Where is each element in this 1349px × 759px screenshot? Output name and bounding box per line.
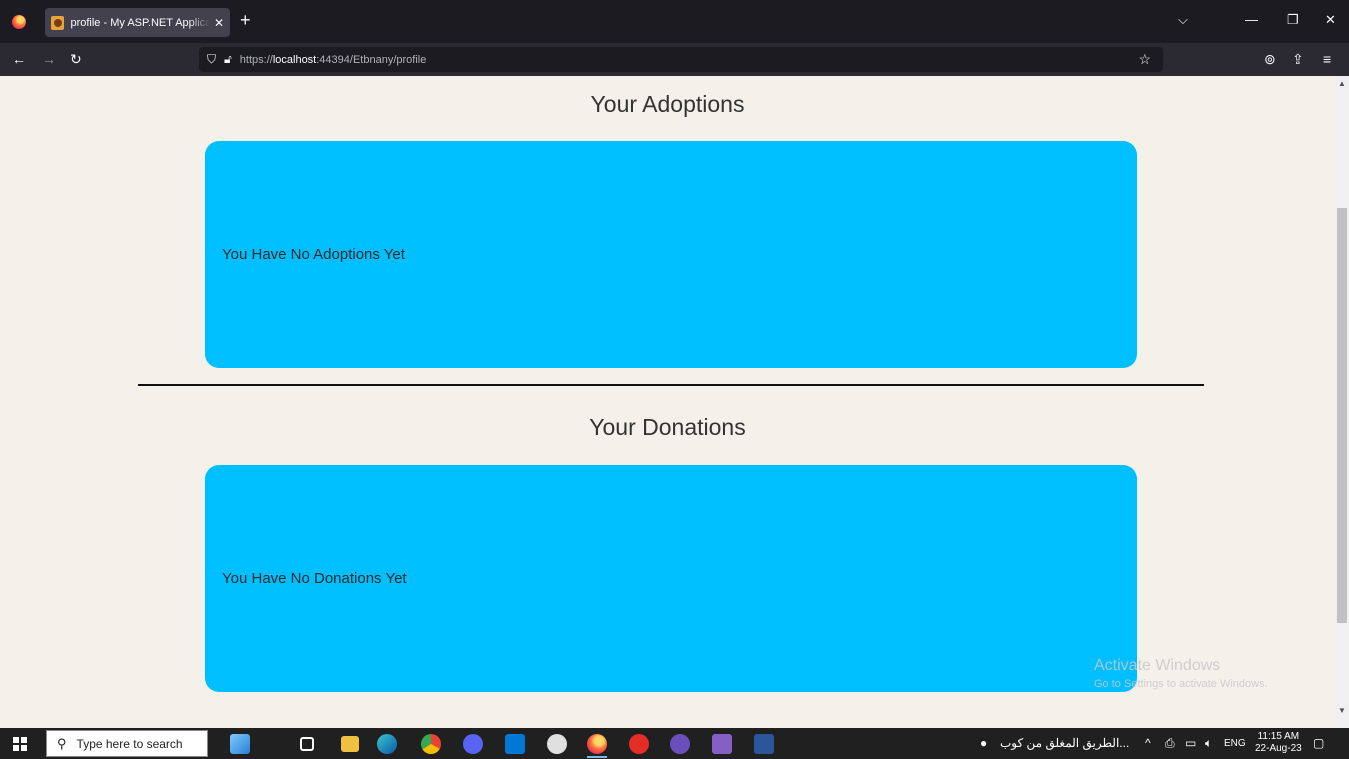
page-viewport: Your Adoptions You Have No Adoptions Yet… xyxy=(0,76,1335,709)
news-ticker[interactable]: الطريق المغلق من كوب... xyxy=(1000,736,1135,750)
firefox-taskbar-icon[interactable] xyxy=(587,734,607,754)
forward-icon[interactable]: → xyxy=(42,51,56,67)
media-player-icon[interactable] xyxy=(629,734,649,754)
url-text[interactable]: https://localhost:44394/Etbnany/profile xyxy=(240,54,427,66)
scroll-up-icon[interactable]: ▲ xyxy=(1338,79,1346,88)
search-placeholder: Type here to search xyxy=(76,736,183,751)
watermark-title: Activate Windows xyxy=(1094,657,1221,674)
network-icon[interactable]: ▭ xyxy=(1185,736,1196,750)
share-icon[interactable]: ⇪ xyxy=(1292,51,1304,67)
pocket-icon[interactable]: ⊚ xyxy=(1264,51,1276,67)
chrome-icon[interactable] xyxy=(421,734,441,754)
site-favicon-icon xyxy=(51,15,65,30)
clock-time: 11:15 AM xyxy=(1257,731,1300,742)
close-window-icon[interactable]: ✕ xyxy=(1325,12,1336,28)
meet-now-icon[interactable]: ⎙ xyxy=(1165,736,1175,751)
notifications-icon[interactable]: ▢ xyxy=(1313,736,1324,750)
browser-tab-bar: profile - My ASP.NET Application ✕ + ⌵ —… xyxy=(0,0,1349,43)
whatsapp-icon[interactable] xyxy=(547,734,567,754)
windows-taskbar: ⚲ Type here to search ● الطريق المغلق من… xyxy=(0,728,1349,759)
back-icon[interactable]: ← xyxy=(12,51,26,67)
tray-chevron-icon[interactable]: ^ xyxy=(1145,736,1151,750)
tab-profile[interactable]: profile - My ASP.NET Application ✕ xyxy=(45,8,230,37)
minimize-icon[interactable]: — xyxy=(1245,12,1258,27)
lock-icon[interactable]: 🔓︎ xyxy=(224,52,232,67)
volume-icon[interactable]: 🔈︎ xyxy=(1205,736,1212,751)
active-app-indicator xyxy=(587,756,607,758)
scroll-down-icon[interactable]: ▼ xyxy=(1338,706,1346,715)
watermark-subtitle: Go to Settings to activate Windows. xyxy=(1094,678,1268,690)
restore-icon[interactable]: ❐ xyxy=(1287,12,1299,28)
language-indicator[interactable]: ENG xyxy=(1224,738,1246,749)
clock-date: 22-Aug-23 xyxy=(1255,743,1302,754)
tab-close-icon[interactable]: ✕ xyxy=(214,16,224,30)
adoptions-heading: Your Adoptions xyxy=(590,91,745,117)
tab-title: profile - My ASP.NET Application xyxy=(70,16,210,29)
donations-empty-text: You Have No Donations Yet xyxy=(222,570,407,587)
windows-start-icon[interactable] xyxy=(13,737,27,751)
activate-windows-watermark: Activate Windows Go to Settings to activ… xyxy=(1094,657,1268,690)
star-icon[interactable]: ☆ xyxy=(1138,51,1151,68)
new-tab-button[interactable]: + xyxy=(240,11,251,29)
adoptions-card: You Have No Adoptions Yet xyxy=(205,141,1137,368)
eclipse-icon[interactable] xyxy=(670,734,690,754)
visual-studio-icon[interactable] xyxy=(712,734,732,754)
taskbar-clock[interactable]: 11:15 AM 22-Aug-23 xyxy=(1255,731,1302,755)
address-bar[interactable]: ⛉ 🔓︎ https://localhost:44394/Etbnany/pro… xyxy=(199,47,1163,72)
search-icon: ⚲ xyxy=(57,735,67,751)
list-tabs-icon[interactable]: ⌵ xyxy=(1178,12,1188,28)
section-divider xyxy=(138,384,1204,386)
reload-icon[interactable]: ↻ xyxy=(70,51,82,67)
menu-icon[interactable]: ≡ xyxy=(1323,51,1331,67)
news-weather-icon[interactable]: ● xyxy=(980,736,987,750)
scroll-thumb[interactable] xyxy=(1337,208,1347,623)
discord-icon[interactable] xyxy=(463,734,483,754)
firefox-icon[interactable] xyxy=(12,15,26,29)
taskbar-search-box[interactable]: ⚲ Type here to search xyxy=(46,730,208,757)
adoptions-empty-text: You Have No Adoptions Yet xyxy=(222,246,405,263)
page-scrollbar[interactable]: ▲ ▼ xyxy=(1335,76,1349,728)
file-explorer-icon[interactable] xyxy=(341,736,359,752)
news-widget-icon[interactable] xyxy=(230,734,250,754)
edge-icon[interactable] xyxy=(377,734,397,754)
donations-heading: Your Donations xyxy=(589,414,746,440)
word-icon[interactable] xyxy=(754,734,774,754)
vscode-icon[interactable] xyxy=(505,734,525,754)
browser-nav-bar: ← → ↻ ⛉ 🔓︎ https://localhost:44394/Etbna… xyxy=(0,43,1349,76)
task-view-icon[interactable] xyxy=(300,737,314,751)
shield-icon[interactable]: ⛉ xyxy=(207,52,216,67)
donations-card: You Have No Donations Yet xyxy=(205,465,1137,692)
